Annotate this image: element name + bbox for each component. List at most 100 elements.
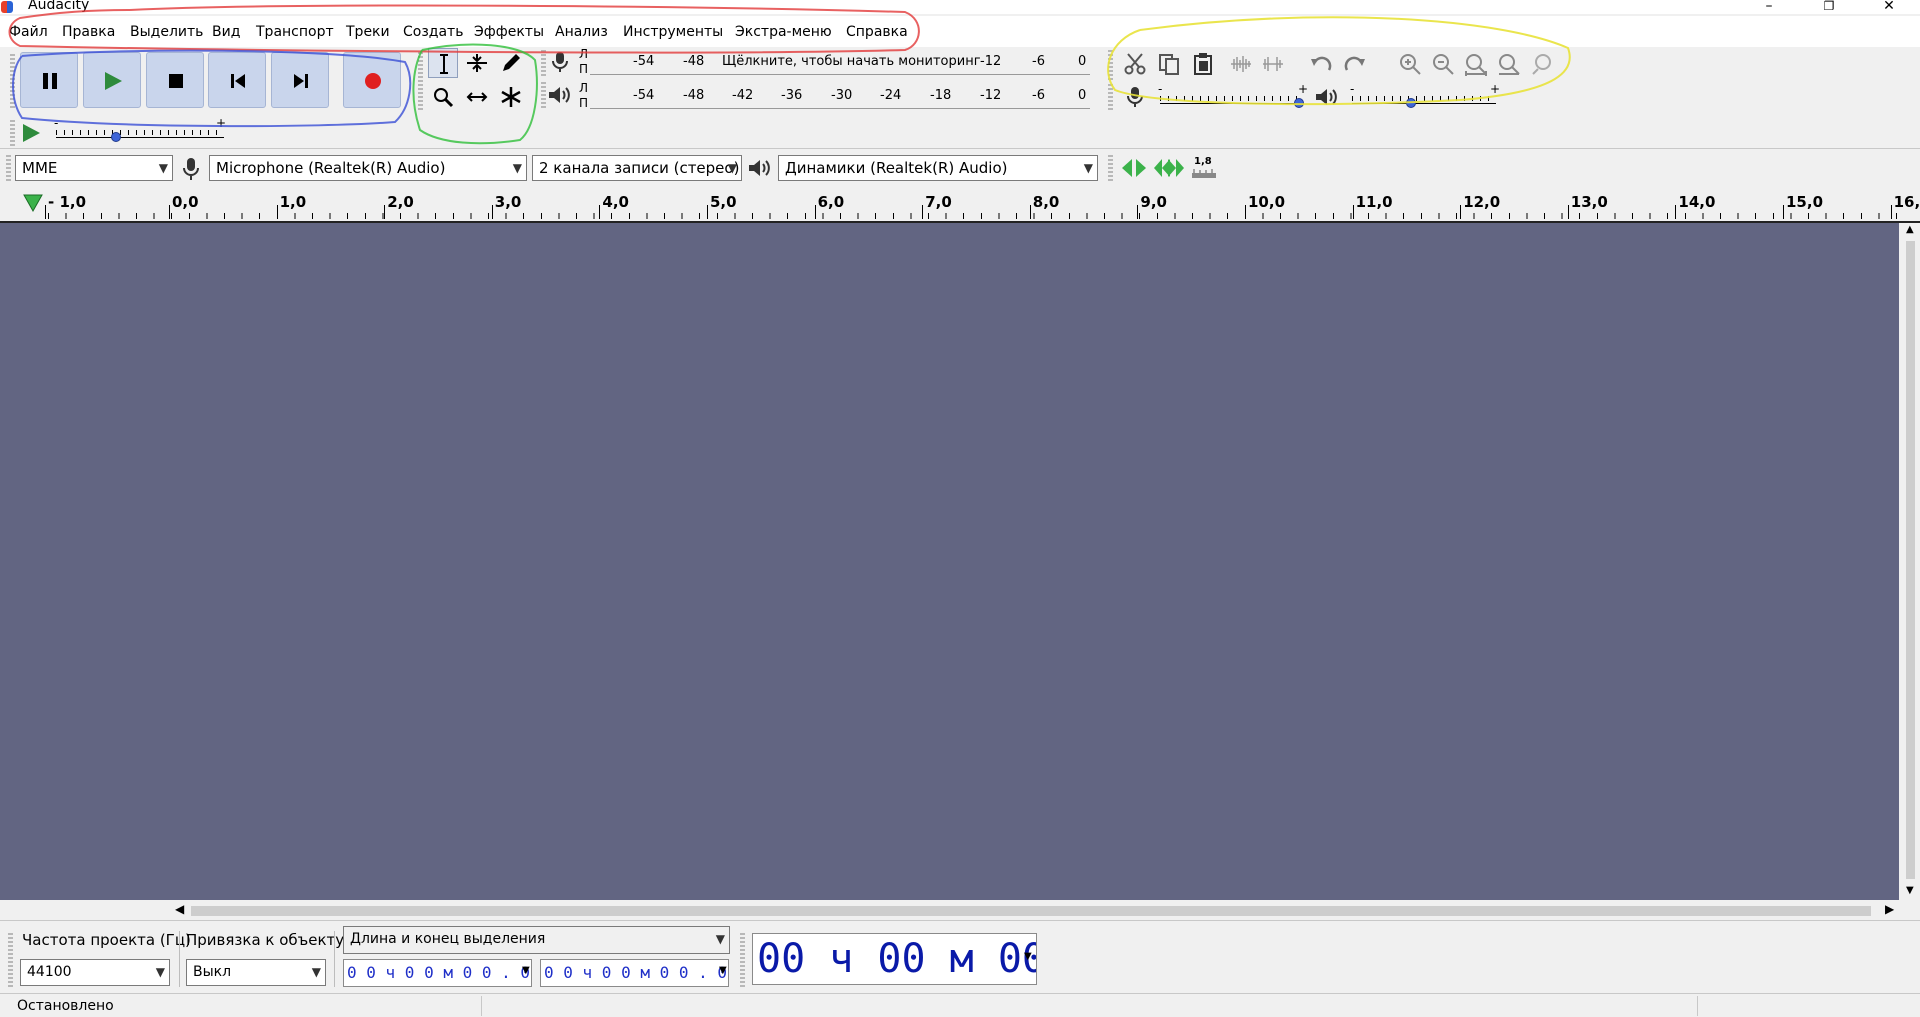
snap-to-label: Привязка к объекту xyxy=(186,931,345,949)
paste-button[interactable] xyxy=(1188,50,1218,78)
scrub-icon[interactable] xyxy=(1120,157,1148,179)
microphone-icon[interactable] xyxy=(549,50,571,74)
device-toolbar-grip[interactable] xyxy=(6,155,11,181)
trim-button[interactable] xyxy=(1226,50,1256,78)
edit-toolbar-grip[interactable] xyxy=(1108,50,1113,80)
record-volume-track xyxy=(1160,103,1304,104)
audio-host-select[interactable]: MME ▼ xyxy=(15,155,173,181)
fit-project-button[interactable] xyxy=(1494,50,1524,78)
scroll-right-icon[interactable]: ▶ xyxy=(1885,902,1894,916)
play-at-speed-scrub-button[interactable]: 1,8 xyxy=(1190,155,1218,181)
playback-volume-slider[interactable] xyxy=(1352,96,1496,110)
snap-to-select[interactable]: Выкл ▼ xyxy=(186,959,326,986)
play-button[interactable] xyxy=(83,52,141,108)
zoom-out-button[interactable] xyxy=(1428,50,1458,78)
menu-tracks[interactable]: Треки xyxy=(346,24,390,40)
zoom-toggle-button[interactable] xyxy=(1528,50,1558,78)
ruler-label: 13,0 xyxy=(1570,193,1608,211)
ruler-label: 9,0 xyxy=(1140,193,1167,211)
start-time-format-icon[interactable]: ▼ xyxy=(522,965,530,976)
time-format-icon[interactable]: ▼ xyxy=(1024,951,1032,962)
status-text: Остановлено xyxy=(17,998,114,1014)
envelope-tool-button[interactable] xyxy=(462,48,492,78)
draw-tool-button[interactable] xyxy=(496,48,526,78)
menu-extra[interactable]: Экстра-меню xyxy=(735,24,832,40)
multi-tool-button[interactable] xyxy=(496,82,526,112)
fit-selection-button[interactable] xyxy=(1461,50,1491,78)
time-toolbar-grip[interactable] xyxy=(740,931,745,987)
horizontal-scrollbar[interactable]: ◀ ▶ xyxy=(173,902,1903,919)
menu-generate[interactable]: Создать xyxy=(403,24,463,40)
skip-to-start-button[interactable] xyxy=(208,52,266,108)
silence-button[interactable] xyxy=(1258,50,1288,78)
menu-effects[interactable]: Эффекты xyxy=(474,24,544,40)
copy-button[interactable] xyxy=(1154,50,1184,78)
menu-tools[interactable]: Инструменты xyxy=(623,24,723,40)
end-time-format-icon[interactable]: ▼ xyxy=(719,965,727,976)
tools-grip[interactable] xyxy=(418,50,423,110)
record-volume-slider[interactable] xyxy=(1160,96,1304,110)
track-panel[interactable] xyxy=(0,223,1899,900)
timeshift-tool-button[interactable] xyxy=(462,82,492,112)
selection-mode-select[interactable]: Длина и конец выделения ▼ xyxy=(343,926,730,954)
output-device-select[interactable]: Динамики (Realtek(R) Audio) ▼ xyxy=(778,155,1098,181)
playback-volume-knob[interactable] xyxy=(1405,98,1416,108)
horizontal-scroll-thumb[interactable] xyxy=(191,906,1871,916)
timeshift-tool-icon xyxy=(466,92,488,102)
input-channels-select[interactable]: 2 канала записи (стерео) ▼ xyxy=(532,155,742,181)
skip-to-end-button[interactable] xyxy=(271,52,329,108)
zoom-tool-button[interactable] xyxy=(428,82,458,112)
menu-transport[interactable]: Транспорт xyxy=(256,24,334,40)
undo-button[interactable] xyxy=(1306,50,1336,78)
record-meter-grip[interactable] xyxy=(541,50,546,76)
vertical-scroll-thumb[interactable] xyxy=(1906,241,1915,879)
cut-button[interactable] xyxy=(1120,50,1150,78)
transport-grip[interactable] xyxy=(10,52,15,108)
scrub-toolbar-grip[interactable] xyxy=(1108,155,1113,181)
menu-view[interactable]: Вид xyxy=(212,24,240,40)
pause-button[interactable] xyxy=(20,52,78,108)
ruler-label: 1,0 xyxy=(279,193,307,211)
record-volume-knob[interactable] xyxy=(1294,98,1304,108)
project-rate-select[interactable]: 44100 ▼ xyxy=(20,959,170,986)
seek-icon[interactable] xyxy=(1152,157,1186,179)
speed-max: + xyxy=(216,116,227,130)
mixer-toolbar-grip[interactable] xyxy=(1108,84,1113,110)
playback-meter-grip[interactable] xyxy=(541,82,546,108)
timeline-ruler[interactable]: - 1,0 0,0 1,0 2,0 3,0 4,0 5,0 6,0 7,0 8,0 9,0 10,0 1… xyxy=(0,187,1920,223)
selection-end-time[interactable]: 0 0 ч 0 0 м 0 0 . 0 0 0 с xyxy=(540,959,729,987)
play-at-speed-grip[interactable] xyxy=(10,120,15,146)
timeline-options-icon[interactable] xyxy=(22,193,44,213)
input-device-select[interactable]: Microphone (Realtek(R) Audio) ▼ xyxy=(209,155,527,181)
menu-edit[interactable]: Правка xyxy=(62,24,115,40)
audio-position-display[interactable]: 00 ч 00 м 00 с xyxy=(752,933,1037,985)
vertical-scrollbar[interactable]: ▲ ▼ xyxy=(1901,223,1920,900)
playback-meter-tick: -30 xyxy=(831,88,853,103)
speaker-icon[interactable] xyxy=(547,84,571,106)
stop-button[interactable] xyxy=(146,52,204,108)
redo-button[interactable] xyxy=(1340,50,1370,78)
scroll-left-icon[interactable]: ◀ xyxy=(175,902,184,916)
menu-select[interactable]: Выделить xyxy=(130,24,203,40)
speed-knob[interactable] xyxy=(111,132,122,142)
status-divider xyxy=(1697,996,1698,1016)
selection-start-time[interactable]: 0 0 ч 0 0 м 0 0 . 0 0 0 с xyxy=(343,959,532,987)
scroll-down-icon[interactable]: ▼ xyxy=(1906,885,1914,896)
record-meter[interactable]: -54 -48 Щёлкните, чтобы начать мониторин… xyxy=(590,48,1090,75)
play-at-speed-icon[interactable] xyxy=(20,122,42,144)
menu-help[interactable]: Справка xyxy=(846,24,908,40)
scroll-up-icon[interactable]: ▲ xyxy=(1906,224,1914,235)
record-button[interactable] xyxy=(343,52,401,108)
record-volume-max: + xyxy=(1298,82,1309,96)
playback-meter[interactable]: -54 -48 -42 -36 -30 -24 -18 -12 -6 0 xyxy=(590,82,1090,109)
zoom-in-button[interactable] xyxy=(1395,50,1425,78)
menu-file[interactable]: Файл xyxy=(9,24,48,40)
maximize-button[interactable]: ❐ xyxy=(1806,0,1852,14)
menu-analyze[interactable]: Анализ xyxy=(555,24,608,40)
close-button[interactable]: ✕ xyxy=(1866,0,1912,14)
minimize-button[interactable]: – xyxy=(1746,0,1792,14)
audio-host-value: MME xyxy=(22,159,58,177)
selection-tool-button[interactable] xyxy=(428,48,458,78)
selection-toolbar-grip[interactable] xyxy=(8,931,13,987)
play-speed-slider[interactable] xyxy=(56,130,224,144)
